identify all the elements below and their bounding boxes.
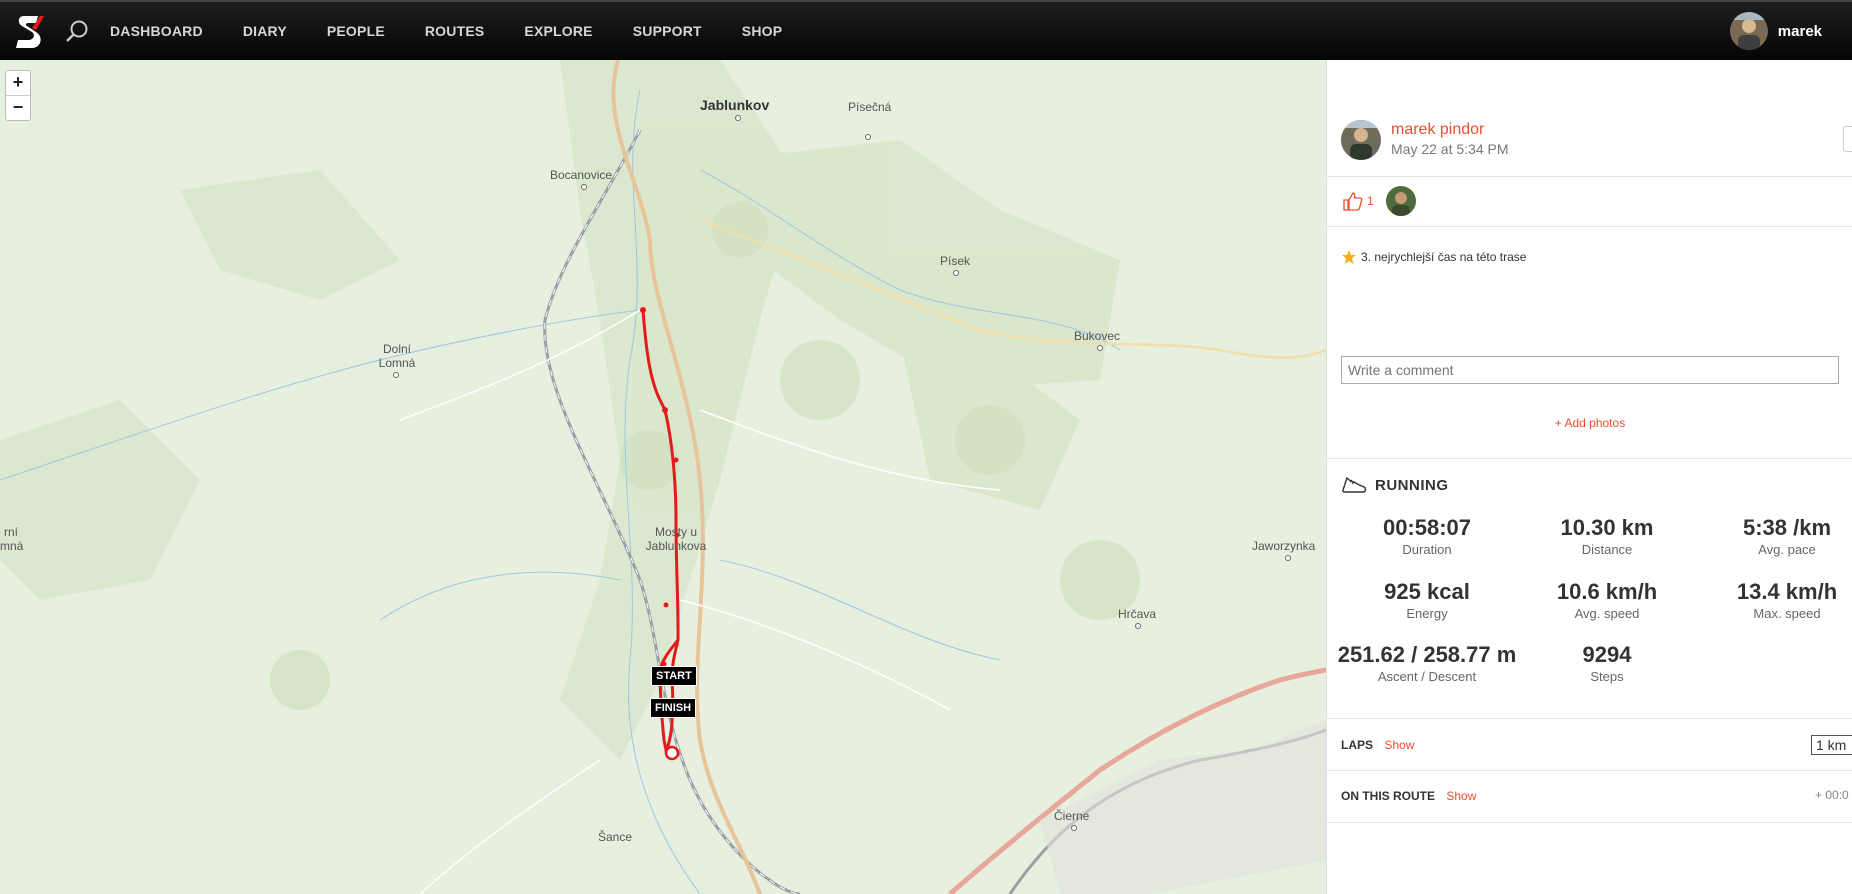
activity-type: RUNNING [1341, 474, 1449, 496]
laps-unit-select[interactable]: 1 km [1811, 735, 1852, 755]
stat-label: Energy [1406, 606, 1448, 621]
place-label: rní mná [0, 525, 24, 553]
place-label: Jablunkov [700, 97, 770, 113]
stat-label: Distance [1581, 542, 1633, 557]
place-label: Čierne [1054, 809, 1090, 823]
divider [1327, 458, 1852, 459]
achievement-text: 3. nejrychlejší čas na této trase [1361, 250, 1527, 264]
star-icon [1342, 250, 1356, 264]
stat-value: 9294 [1582, 642, 1632, 667]
brand-s-logo-icon[interactable] [14, 14, 46, 50]
stat-max-speed: 13.4 km/h Max. speed [1697, 579, 1852, 623]
top-navigation-bar: DASHBOARD DIARY PEOPLE ROUTES EXPLORE SU… [0, 0, 1852, 60]
divider [1327, 176, 1852, 177]
nav-shop[interactable]: SHOP [742, 23, 782, 39]
stat-label: Max. speed [1753, 606, 1821, 621]
activity-panel: marek pindor May 22 at 5:34 PM 1 3. nejr… [1326, 60, 1852, 894]
place-label: Dolní Lomná [378, 342, 416, 370]
place-label: Hrčava [1118, 607, 1157, 621]
stat-energy: 925 kcal Energy [1337, 579, 1517, 623]
start-label: START [651, 666, 697, 686]
nav-dashboard[interactable]: DASHBOARD [110, 23, 203, 39]
route-map[interactable]: Jablunkov Písečná Bocanovice Písek Dolní… [0, 60, 1326, 894]
user-avatar [1729, 12, 1768, 50]
panel-corner-button[interactable] [1843, 126, 1852, 152]
search-icon[interactable] [64, 19, 90, 45]
place-label: Písečná [848, 100, 892, 114]
stat-value: 13.4 km/h [1736, 579, 1838, 604]
activity-type-label: RUNNING [1375, 476, 1449, 494]
running-shoe-icon [1342, 476, 1367, 493]
laps-show-link[interactable]: Show [1384, 738, 1414, 752]
author-name-link[interactable]: marek pindor [1391, 120, 1509, 140]
nav-routes[interactable]: ROUTES [425, 23, 485, 39]
start-finish-marker [664, 745, 680, 761]
nav-explore[interactable]: EXPLORE [524, 23, 592, 39]
place-label: Písek [940, 254, 971, 268]
zoom-in-button[interactable]: + [6, 71, 30, 95]
place-label: Bukovec [1074, 329, 1121, 343]
main-nav: DASHBOARD DIARY PEOPLE ROUTES EXPLORE SU… [110, 2, 822, 60]
thumbs-up-icon[interactable] [1341, 190, 1363, 212]
divider [1327, 226, 1852, 227]
stat-distance: 10.30 km Distance [1517, 515, 1697, 559]
divider [1327, 718, 1852, 719]
zoom-control: + − [5, 70, 31, 121]
place-label: Mosty u Jablunkova [645, 525, 707, 553]
on-this-route-label: ON THIS ROUTE [1341, 789, 1436, 803]
stat-value: 00:58:07 [1382, 515, 1472, 540]
activity-author: marek pindor May 22 at 5:34 PM [1341, 120, 1509, 160]
divider [1327, 770, 1852, 771]
stat-label: Steps [1590, 669, 1624, 684]
laps-row: LAPS Show [1341, 738, 1414, 752]
like-count[interactable]: 1 [1367, 194, 1374, 208]
author-avatar[interactable] [1341, 120, 1381, 160]
user-menu[interactable]: marek [1729, 12, 1822, 50]
stat-avg-speed: 10.6 km/h Avg. speed [1517, 579, 1697, 623]
stat-ascent-descent: 251.62 / 258.77 m Ascent / Descent [1337, 642, 1517, 686]
activity-date: May 22 at 5:34 PM [1391, 141, 1509, 157]
zoom-out-button[interactable]: − [6, 95, 30, 120]
on-this-route-show-link[interactable]: Show [1446, 789, 1476, 803]
stat-label: Avg. speed [1574, 606, 1640, 621]
user-name: marek [1777, 22, 1822, 40]
stat-label: Ascent / Descent [1377, 669, 1477, 684]
place-label: Jaworzynka [1252, 539, 1316, 553]
nav-people[interactable]: PEOPLE [327, 23, 385, 39]
nav-diary[interactable]: DIARY [243, 23, 287, 39]
liker-avatar[interactable] [1385, 186, 1416, 216]
stat-value: 251.62 / 258.77 m [1337, 642, 1517, 667]
divider [1327, 822, 1852, 823]
laps-label: LAPS [1341, 738, 1374, 752]
place-label: Šance [598, 830, 633, 844]
finish-label: FINISH [650, 698, 697, 718]
comment-input[interactable] [1341, 356, 1839, 384]
stat-label: Duration [1402, 542, 1452, 557]
achievement: 3. nejrychlejší čas na této trase [1341, 249, 1526, 265]
on-this-route-row: ON THIS ROUTE Show [1341, 789, 1476, 803]
nav-support[interactable]: SUPPORT [633, 23, 702, 39]
stat-value: 10.30 km [1560, 515, 1654, 540]
place-label: Bocanovice [550, 168, 613, 182]
stat-value: 925 kcal [1384, 579, 1470, 604]
stat-avg-pace: 5:38 /km Avg. pace [1697, 515, 1852, 559]
route-time-diff: + 00:0 [1815, 788, 1849, 802]
add-photos-link[interactable]: + Add photos [1327, 416, 1852, 430]
stat-duration: 00:58:07 Duration [1337, 515, 1517, 559]
stat-value: 5:38 /km [1742, 515, 1832, 540]
stat-value: 10.6 km/h [1556, 579, 1658, 604]
stat-label: Avg. pace [1758, 542, 1816, 557]
stat-steps: 9294 Steps [1517, 642, 1697, 686]
likes-row: 1 [1341, 186, 1416, 216]
map-canvas [0, 60, 1326, 894]
